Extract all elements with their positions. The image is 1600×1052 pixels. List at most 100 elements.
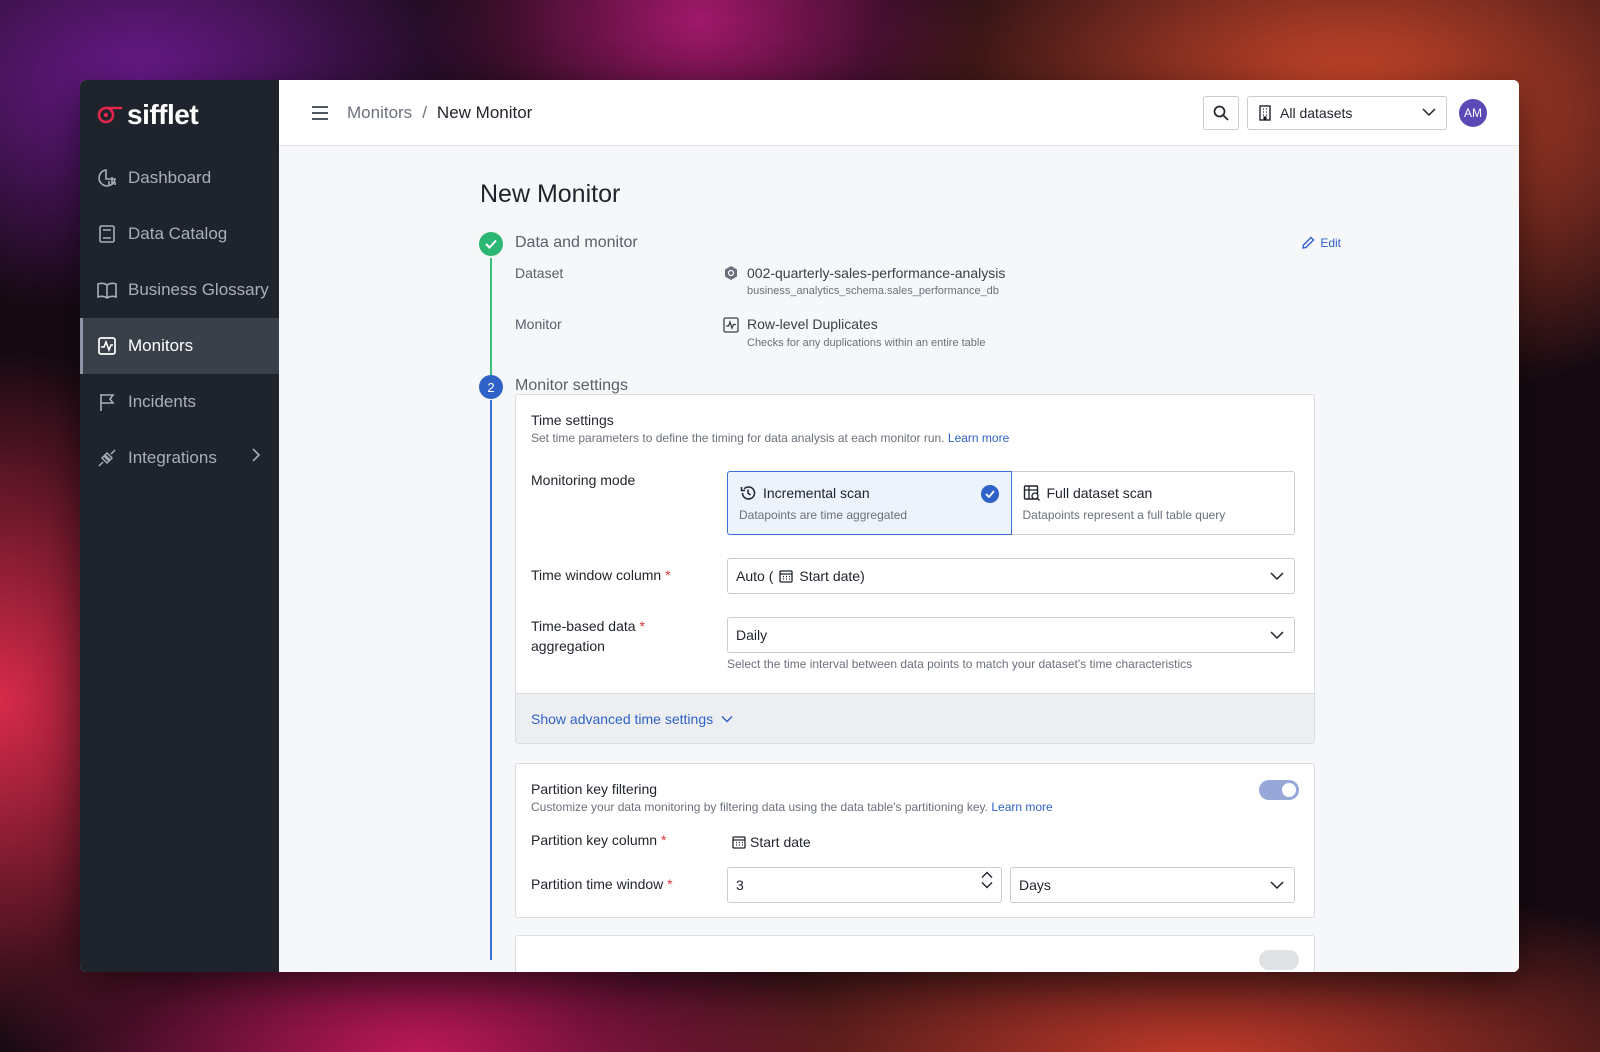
required-marker: * — [660, 832, 667, 848]
time-window-column-label: Time window column * — [531, 565, 671, 585]
time-settings-card: Time settings Set time parameters to def… — [515, 394, 1315, 744]
learn-more-link[interactable]: Learn more — [948, 431, 1009, 445]
step-connector-complete — [490, 258, 492, 378]
time-settings-desc-text: Set time parameters to define the timing… — [531, 431, 945, 445]
partition-time-window-label-text: Partition time window — [531, 876, 664, 892]
monitor-type-icon — [723, 317, 739, 333]
advanced-time-settings-toggle[interactable]: Show advanced time settings — [516, 693, 1314, 743]
partition-desc-text: Customize your data monitoring by filter… — [531, 800, 988, 814]
mode-option-desc: Datapoints are time aggregated — [739, 508, 908, 522]
aggregation-value: Daily — [736, 627, 768, 643]
avatar[interactable]: AM — [1459, 99, 1487, 127]
page-title: New Monitor — [480, 180, 621, 208]
mode-option-name: Full dataset scan — [1046, 485, 1153, 501]
step-connector-active — [490, 400, 492, 960]
search-button[interactable] — [1203, 96, 1239, 130]
step-2-title: Monitor settings — [515, 377, 628, 394]
time-window-prefix: Auto ( — [736, 568, 774, 584]
page-content: New Monitor Data and monitor Edit Datase… — [279, 146, 1519, 972]
sidebar-nav: Dashboard Data Catalog Business Glossary… — [80, 150, 279, 486]
partition-title: Partition key filtering — [531, 781, 658, 797]
breadcrumb-separator: / — [422, 102, 427, 122]
monitor-pulse-icon — [96, 335, 118, 357]
flag-icon — [96, 391, 118, 413]
chevron-up-icon[interactable] — [981, 871, 993, 879]
next-card-toggle[interactable] — [1259, 950, 1299, 970]
plug-icon — [96, 447, 118, 469]
breadcrumb-current: New Monitor — [436, 102, 533, 122]
chevron-right-icon — [252, 448, 261, 462]
sifflet-logo-icon — [97, 106, 123, 124]
breadcrumb-monitors[interactable]: Monitors — [347, 103, 412, 123]
book-icon — [96, 223, 118, 245]
dataset-filter-select[interactable]: All datasets — [1247, 96, 1447, 130]
mode-option-name: Incremental scan — [763, 485, 870, 501]
sidebar-item-label: Dashboard — [128, 168, 212, 187]
sidebar-item-integrations[interactable]: Integrations — [80, 430, 279, 486]
partition-key-column-text: Start date — [750, 834, 811, 850]
calendar-icon — [732, 835, 746, 849]
mode-option-incremental[interactable]: Incremental scan Datapoints are time agg… — [727, 471, 1012, 535]
mode-option-full-scan[interactable]: Full dataset scan Datapoints represent a… — [1012, 472, 1295, 534]
brand-name: sifflet — [127, 99, 199, 130]
topbar: Monitors / New Monitor All datasets AM — [279, 80, 1519, 146]
pencil-icon — [1302, 236, 1315, 249]
time-settings-description: Set time parameters to define the timing… — [531, 431, 1009, 445]
chevron-down-icon — [721, 715, 733, 723]
sidebar-item-data-catalog[interactable]: Data Catalog — [80, 206, 279, 262]
chevron-down-icon — [1270, 881, 1284, 890]
aggregation-select[interactable]: Daily — [727, 617, 1295, 653]
partition-toggle[interactable] — [1259, 780, 1299, 800]
aggregation-label-line1: Time-based data — [531, 618, 636, 634]
open-book-icon — [96, 279, 118, 301]
chart-pie-icon — [96, 167, 118, 189]
learn-more-link[interactable]: Learn more — [991, 800, 1052, 814]
chevron-down-icon — [1270, 572, 1284, 581]
sidebar-item-business-glossary[interactable]: Business Glossary — [80, 262, 279, 318]
sidebar-item-label: Data Catalog — [128, 224, 228, 243]
dataset-label: Dataset — [515, 265, 564, 281]
sidebar-item-incidents[interactable]: Incidents — [80, 374, 279, 430]
menu-icon[interactable] — [311, 103, 331, 123]
sidebar-item-label: Monitors — [128, 336, 194, 355]
partition-time-window-input[interactable]: 3 — [727, 867, 1002, 903]
dataset-filter-value: All datasets — [1280, 105, 1353, 121]
partition-key-column-label-text: Partition key column — [531, 832, 658, 848]
partition-time-unit-select[interactable]: Days — [1010, 867, 1295, 903]
number-stepper[interactable] — [981, 871, 993, 889]
monitor-label: Monitor — [515, 316, 562, 332]
checkmark-icon — [980, 485, 999, 503]
sidebar-item-monitors[interactable]: Monitors — [80, 318, 279, 374]
required-marker: * — [667, 876, 673, 892]
main-area: Monitors / New Monitor All datasets AM N… — [279, 80, 1519, 972]
partition-description: Customize your data monitoring by filter… — [531, 800, 1053, 814]
table-search-icon — [1023, 484, 1041, 502]
sidebar-item-label: Incidents — [128, 392, 197, 411]
sidebar-item-label: Business Glossary — [128, 280, 269, 299]
time-window-column-select[interactable]: Auto ( Start date ) — [727, 558, 1295, 594]
partition-time-window-label: Partition time window * — [531, 874, 673, 894]
aggregation-help-text: Select the time interval between data po… — [727, 657, 1193, 671]
time-settings-title: Time settings — [531, 412, 614, 428]
chevron-down-icon — [1270, 631, 1284, 640]
step-2-number: 2 — [479, 375, 503, 399]
next-settings-card — [515, 935, 1315, 972]
partition-key-card: Partition key filtering Customize your d… — [515, 763, 1315, 918]
calendar-icon — [779, 570, 794, 583]
logo[interactable]: sifflet — [80, 80, 279, 150]
required-marker: * — [665, 567, 671, 583]
dataset-name[interactable]: 002-quarterly-sales-performance-analysis — [747, 265, 1005, 281]
partition-key-column-value: Start date — [732, 834, 811, 850]
required-marker: * — [639, 618, 645, 634]
sidebar-item-dashboard[interactable]: Dashboard — [80, 150, 279, 206]
chevron-down-icon[interactable] — [981, 881, 993, 889]
mode-option-desc: Datapoints represent a full table query — [1022, 508, 1226, 522]
advanced-settings-label: Show advanced time settings — [531, 710, 714, 727]
monitoring-mode-selector: Incremental scan Datapoints are time agg… — [727, 471, 1295, 535]
aggregation-label-line2: aggregation — [531, 638, 605, 654]
sidebar-item-label: Integrations — [128, 448, 217, 467]
edit-label: Edit — [1320, 236, 1341, 250]
aggregation-label: Time-based data * aggregation — [531, 616, 645, 656]
edit-link[interactable]: Edit — [1301, 236, 1341, 250]
dataset-path: business_analytics_schema.sales_performa… — [747, 285, 999, 297]
